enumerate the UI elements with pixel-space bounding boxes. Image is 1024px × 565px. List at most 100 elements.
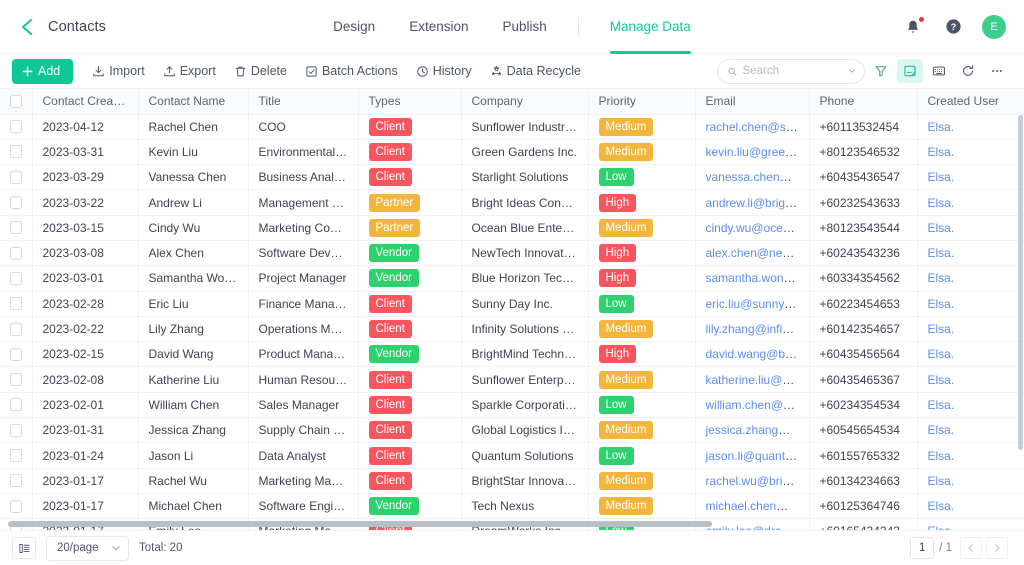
export-button[interactable]: Export (154, 58, 225, 84)
cell-email-value[interactable]: vanessa.chen@starli... (706, 170, 809, 184)
cell-email-value[interactable]: michael.chen@techn... (706, 499, 809, 513)
table-row[interactable]: 2023-01-24 Jason Li Data Analyst Client Quan… (0, 442, 1024, 469)
cell-email-value[interactable]: jason.li@quantumso... (706, 449, 809, 463)
cell-user-value[interactable]: Elsa. (928, 145, 955, 159)
data-recycle-button[interactable]: Data Recycle (481, 58, 590, 84)
cell-user-value[interactable]: Elsa. (928, 347, 955, 361)
more-options-icon[interactable] (984, 59, 1010, 83)
page-number-input[interactable] (910, 537, 935, 559)
row-checkbox[interactable] (10, 145, 22, 159)
import-button[interactable]: Import (83, 58, 153, 84)
row-checkbox[interactable] (10, 347, 22, 361)
row-checkbox[interactable] (10, 474, 22, 488)
vertical-scrollbar[interactable] (1018, 115, 1023, 518)
table-row[interactable]: 2023-02-15 David Wang Product Manager Vendo… (0, 341, 1024, 368)
table-row[interactable]: 2023-03-01 Samantha Wong Project Manager Ve… (0, 265, 1024, 292)
cell-user-value[interactable]: Elsa. (928, 322, 955, 336)
cell-user-value[interactable]: Elsa. (928, 120, 955, 134)
column-header-creation-time[interactable]: Contact Creation Time (32, 89, 139, 115)
horizontal-scrollbar-thumb[interactable] (8, 521, 712, 527)
table-row[interactable]: 2023-02-08Katherine LiuHuman Resources M… (0, 366, 1024, 393)
delete-button[interactable]: Delete (225, 58, 296, 84)
search-input[interactable] (742, 65, 843, 77)
cell-email-value[interactable]: cindy.wu@oceanblu... (706, 221, 809, 235)
cell-email-value[interactable]: alex.chen@newtechi... (706, 246, 809, 260)
page-size-select[interactable]: 20/page (46, 535, 129, 561)
cell-user-value[interactable]: Elsa. (928, 499, 955, 513)
table-row[interactable]: 2023-01-31Jessica ZhangSupply Chain Mana… (0, 417, 1024, 444)
row-checkbox[interactable] (10, 499, 22, 513)
row-checkbox[interactable] (10, 398, 22, 412)
cell-user-value[interactable]: Elsa. (928, 271, 955, 285)
cell-user-value[interactable]: Elsa. (928, 170, 955, 184)
grid-view-icon[interactable] (926, 59, 952, 83)
table-row[interactable]: 2023-01-17 Michael Chen Software Engineer V… (0, 493, 1024, 520)
table-row[interactable]: 2023-02-28 Eric Liu Finance Manager Client S… (0, 291, 1024, 317)
cell-email-value[interactable]: lily.zhang@infinityso... (706, 322, 809, 336)
column-header-phone[interactable]: Phone (809, 89, 918, 115)
row-checkbox[interactable] (10, 271, 22, 285)
row-checkbox[interactable] (10, 449, 22, 462)
table-row[interactable]: 2023-03-08 Alex Chen Software Developer Ven… (0, 240, 1024, 267)
table-row[interactable]: 2023-03-29 Vanessa Chen Business Analyst Cl… (0, 164, 1024, 191)
cell-user-value[interactable]: Elsa. (928, 297, 955, 311)
column-header-types[interactable]: Types (358, 89, 462, 115)
cell-user-value[interactable]: Elsa. (928, 474, 955, 488)
cell-email-value[interactable]: david.wang@bright... (706, 347, 809, 361)
cell-user-value[interactable]: Elsa. (928, 246, 955, 260)
table-row[interactable]: 2023-02-22 Lily Zhang Operations Manager Cl… (0, 316, 1024, 343)
column-header-title[interactable]: Title (248, 89, 359, 115)
cell-email-value[interactable]: kevin.liu@greengard... (706, 145, 809, 159)
select-all-checkbox[interactable] (10, 94, 22, 108)
table-row[interactable]: 2023-04-12 Rachel Chen COO Client Sunflower … (0, 114, 1024, 140)
tab-publish[interactable]: Publish (485, 0, 563, 54)
cell-user-value[interactable]: Elsa. (928, 221, 955, 235)
row-checkbox[interactable] (10, 246, 22, 260)
vertical-scrollbar-thumb[interactable] (1018, 115, 1023, 450)
cell-user-value[interactable]: Elsa. (928, 398, 955, 412)
tab-extension[interactable]: Extension (392, 0, 485, 54)
history-button[interactable]: History (407, 58, 481, 84)
row-checkbox[interactable] (10, 297, 22, 311)
search-box[interactable] (717, 58, 865, 84)
tab-design[interactable]: Design (316, 0, 392, 54)
filter-icon[interactable] (868, 59, 894, 83)
cell-email-value[interactable]: andrew.li@brightide... (706, 196, 809, 210)
avatar[interactable]: E (982, 14, 1006, 39)
bell-icon[interactable] (902, 15, 925, 38)
refresh-icon[interactable] (955, 59, 981, 83)
batch-actions-button[interactable]: Batch Actions (296, 58, 407, 84)
cell-email-value[interactable]: jessica.zhang@glogi... (706, 423, 809, 437)
next-page-button[interactable] (986, 537, 1008, 559)
card-view-icon[interactable] (897, 59, 923, 83)
table-row[interactable]: 2023-02-01 William Chen Sales Manager Clien… (0, 392, 1024, 419)
row-checkbox[interactable] (10, 322, 22, 336)
table-row[interactable]: 2023-03-15Cindy WuMarketing Coordinat...… (0, 215, 1024, 241)
row-checkbox[interactable] (10, 170, 22, 184)
add-button[interactable]: Add (12, 58, 74, 84)
column-header-email[interactable]: Email (695, 89, 810, 115)
horizontal-scrollbar[interactable] (8, 521, 1010, 527)
cell-email-value[interactable]: samantha.wong@bl... (706, 271, 809, 285)
cell-email-value[interactable]: william.chen@sparkl... (706, 398, 809, 412)
row-checkbox[interactable] (10, 373, 22, 387)
column-header-created-user[interactable]: Created User (917, 89, 1024, 115)
cell-user-value[interactable]: Elsa. (928, 423, 955, 437)
cell-user-value[interactable]: Elsa. (928, 449, 955, 463)
row-checkbox[interactable] (10, 120, 22, 134)
cell-email-value[interactable]: katherine.liu@sunflo... (706, 373, 809, 387)
cell-email-value[interactable]: rachel.wu@brightsta... (706, 474, 809, 488)
cell-email-value[interactable]: rachel.chen@sunflo... (706, 120, 809, 134)
cell-user-value[interactable]: Elsa. (928, 196, 955, 210)
table-row[interactable]: 2023-03-22Andrew LiManagement Consul... P… (0, 189, 1024, 216)
column-header-priority[interactable]: Priority (588, 89, 696, 115)
table-row[interactable]: 2023-01-17 Rachel Wu Marketing Manager Clie… (0, 468, 1024, 494)
density-icon[interactable] (12, 537, 36, 559)
back-chevron-icon[interactable] (16, 17, 36, 37)
column-header-company[interactable]: Company (461, 89, 589, 115)
cell-user-value[interactable]: Elsa. (928, 373, 955, 387)
row-checkbox[interactable] (10, 196, 22, 210)
column-header-contact-name[interactable]: Contact Name (138, 89, 249, 115)
table-row[interactable]: 2023-03-31Kevin LiuEnvironmental Scien..… (0, 139, 1024, 166)
row-checkbox[interactable] (10, 423, 22, 437)
